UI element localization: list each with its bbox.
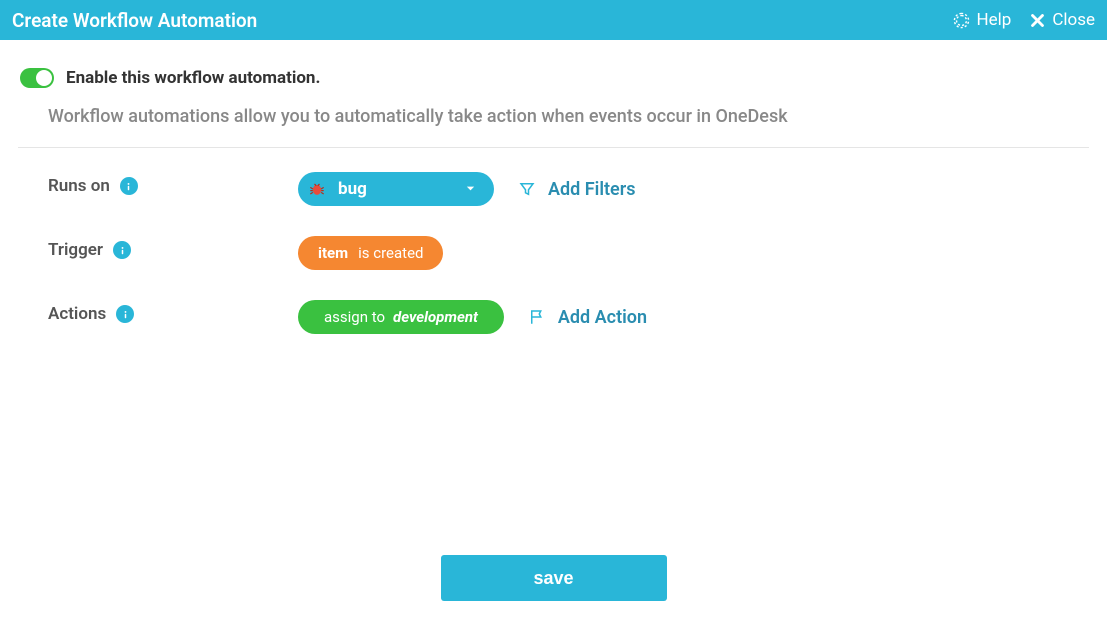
header-actions: Help Close [953, 10, 1095, 30]
action-value: development [393, 308, 478, 326]
enable-toggle[interactable] [20, 68, 54, 88]
trigger-label: Trigger [48, 240, 103, 260]
trigger-row: Trigger item is created [48, 236, 1089, 270]
help-icon [953, 12, 970, 29]
trigger-body: item is created [298, 236, 443, 270]
enable-label: Enable this workflow automation. [66, 68, 320, 88]
add-filters-label: Add Filters [548, 179, 635, 200]
trigger-pill[interactable]: item is created [298, 236, 443, 270]
bug-icon [306, 178, 328, 200]
description-text: Workflow automations allow you to automa… [18, 106, 1089, 127]
filter-icon [518, 180, 536, 198]
close-icon [1029, 12, 1046, 29]
action-verb: assign to [324, 308, 385, 326]
dialog-title: Create Workflow Automation [12, 9, 257, 32]
actions-label: Actions [48, 304, 106, 324]
dialog-header: Create Workflow Automation Help Close [0, 0, 1107, 40]
actions-label-wrap: Actions [48, 300, 298, 324]
help-button[interactable]: Help [953, 10, 1011, 30]
info-icon[interactable] [116, 305, 134, 323]
flag-icon [528, 308, 546, 326]
dialog-footer: save [0, 555, 1107, 601]
divider [18, 147, 1089, 148]
trigger-predicate: is created [358, 244, 423, 262]
close-button[interactable]: Close [1029, 10, 1095, 30]
trigger-label-wrap: Trigger [48, 236, 298, 260]
actions-body: assign to development Add Action [298, 300, 647, 334]
runs-on-row: Runs on bug Add Filters [48, 172, 1089, 206]
save-button[interactable]: save [441, 555, 667, 601]
config-rows: Runs on bug Add Filters [18, 172, 1089, 334]
runs-on-label-wrap: Runs on [48, 172, 298, 196]
trigger-subject: item [318, 244, 348, 262]
info-icon[interactable] [120, 177, 138, 195]
runs-on-select[interactable]: bug [298, 172, 494, 206]
add-action-button[interactable]: Add Action [528, 307, 647, 328]
dialog-content: Enable this workflow automation. Workflo… [0, 40, 1107, 334]
add-filters-button[interactable]: Add Filters [518, 179, 635, 200]
runs-on-label: Runs on [48, 176, 110, 196]
enable-row: Enable this workflow automation. [18, 68, 1089, 88]
runs-on-body: bug Add Filters [298, 172, 635, 206]
close-label: Close [1052, 10, 1095, 30]
help-label: Help [976, 10, 1011, 30]
action-pill[interactable]: assign to development [298, 300, 504, 334]
runs-on-value: bug [338, 179, 367, 199]
chevron-down-icon [465, 179, 476, 199]
actions-row: Actions assign to development Add Action [48, 300, 1089, 334]
info-icon[interactable] [113, 241, 131, 259]
add-action-label: Add Action [558, 307, 647, 328]
